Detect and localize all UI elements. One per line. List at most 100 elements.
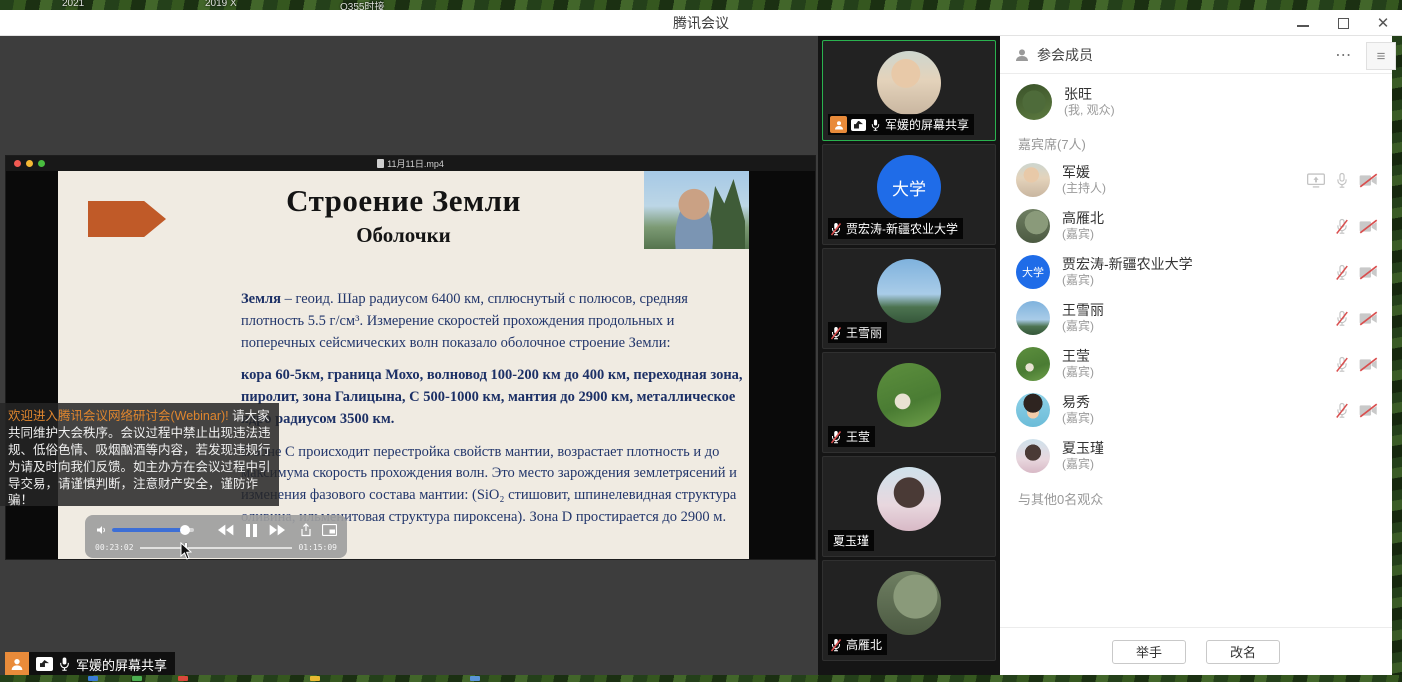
shared-screen-stage: 11月11日.mp4 Строение Земли Оболочки Земля… <box>0 36 818 675</box>
video-tile-gaoyanbei[interactable]: 高雁北 <box>822 560 996 661</box>
player-controls: 00:23:02 01:15:09 <box>85 515 347 558</box>
participant-row[interactable]: 王雪丽 (嘉宾) <box>1000 295 1392 341</box>
mic-off-icon <box>830 430 842 444</box>
video-tile-xiayujin[interactable]: 夏玉瑾 <box>822 456 996 557</box>
raise-hand-button[interactable]: 举手 <box>1112 640 1186 664</box>
elapsed-time: 00:23:02 <box>95 543 134 552</box>
screen-share-owner-label: 军媛的屏幕共享 <box>5 652 175 675</box>
participant-row[interactable]: 军媛 (主持人) <box>1000 157 1392 203</box>
zoom-dot-icon[interactable] <box>38 160 45 167</box>
taskbar-icon <box>132 676 142 681</box>
guest-section-label: 嘉宾席(7人) <box>1000 128 1392 157</box>
avatar <box>1016 163 1050 197</box>
tile-name: 王雪丽 <box>846 324 882 341</box>
panel-title: 参会成员 <box>1037 45 1093 65</box>
mic-off-icon[interactable] <box>1335 264 1349 281</box>
document-icon <box>377 159 384 168</box>
screen-share-icon <box>36 657 53 671</box>
more-options-icon[interactable]: ⋯ <box>1335 45 1352 65</box>
mic-off-icon <box>830 222 842 236</box>
participant-role: (嘉宾) <box>1062 319 1104 335</box>
participant-row[interactable]: 高雁北 (嘉宾) <box>1000 203 1392 249</box>
participant-row-me[interactable]: 张旺 (我, 观众) <box>1000 74 1392 128</box>
close-button[interactable]: ✕ <box>1376 16 1390 30</box>
total-duration: 01:15:09 <box>298 543 337 552</box>
pause-button[interactable] <box>246 524 257 537</box>
desktop-icon-label: 2019 X <box>205 0 237 9</box>
mic-off-icon[interactable] <box>1335 402 1349 419</box>
camera-off-icon[interactable] <box>1359 311 1378 326</box>
avatar <box>1016 439 1050 473</box>
rename-button[interactable]: 改名 <box>1206 640 1280 664</box>
desktop-icon-label: 2021 <box>62 0 84 9</box>
mic-off-icon[interactable] <box>1335 218 1349 235</box>
mic-on-icon[interactable] <box>1335 172 1349 189</box>
participant-role: (嘉宾) <box>1062 273 1193 289</box>
volume-slider[interactable] <box>112 528 194 532</box>
camera-off-icon[interactable] <box>1359 173 1378 188</box>
macos-traffic-lights[interactable] <box>14 160 45 167</box>
mic-off-icon[interactable] <box>1335 356 1349 373</box>
tile-label: 王莹 <box>828 426 875 447</box>
participant-role: (嘉宾) <box>1062 457 1104 473</box>
avatar <box>1016 347 1050 381</box>
panel-header: 参会成员 ⋯ ✕ <box>1000 36 1392 74</box>
mic-on-icon <box>58 656 71 672</box>
speaker-icon[interactable] <box>95 524 108 536</box>
video-tile-wangxueli[interactable]: 王雪丽 <box>822 248 996 349</box>
screen-sharing-icon[interactable] <box>1307 173 1325 188</box>
participant-row[interactable]: 易秀 (嘉宾) <box>1000 387 1392 433</box>
fast-forward-button[interactable] <box>269 524 285 536</box>
taskbar-icon <box>310 676 320 681</box>
camera-off-icon[interactable] <box>1359 265 1378 280</box>
slide-paragraph: кора 60-5км, граница Мохо, волновод 100-… <box>241 365 749 430</box>
camera-off-icon[interactable] <box>1359 219 1378 234</box>
mic-off-icon[interactable] <box>1335 310 1349 327</box>
avatar: 大学 <box>1016 255 1050 289</box>
picture-in-picture-icon[interactable] <box>322 524 337 536</box>
tile-label: 军媛的屏幕共享 <box>828 114 974 135</box>
share-export-icon[interactable] <box>300 523 312 537</box>
participant-row[interactable]: 夏玉瑾 (嘉宾) <box>1000 433 1392 479</box>
sidebar-collapse-button[interactable]: ≡ <box>1366 42 1396 70</box>
video-tile-wangying[interactable]: 王莹 <box>822 352 996 453</box>
avatar <box>1016 84 1052 120</box>
participant-row[interactable]: 大学 贾宏涛-新疆农业大学 (嘉宾) <box>1000 249 1392 295</box>
maximize-button[interactable] <box>1338 18 1349 29</box>
participant-role: (主持人) <box>1062 181 1106 197</box>
participant-row[interactable]: 王莹 (嘉宾) <box>1000 341 1392 387</box>
seek-bar[interactable] <box>140 547 293 549</box>
avatar <box>877 467 941 531</box>
mic-off-icon <box>830 326 842 340</box>
avatar <box>877 571 941 635</box>
participant-role: (我, 观众) <box>1064 103 1115 119</box>
participant-role: (嘉宾) <box>1062 411 1094 427</box>
video-tile-junyuan[interactable]: 军媛的屏幕共享 <box>822 40 996 141</box>
participant-name: 夏玉瑾 <box>1062 439 1104 457</box>
other-audience-note: 与其他0名观众 <box>1000 479 1392 518</box>
video-tile-jiahongtao[interactable]: 大学 贾宏涛-新疆农业大学 <box>822 144 996 245</box>
rewind-button[interactable] <box>218 524 234 536</box>
slide-body: Земля – геоид. Шар радиусом 6400 км, спл… <box>241 289 749 540</box>
close-dot-icon[interactable] <box>14 160 21 167</box>
participant-name: 王莹 <box>1062 347 1094 365</box>
video-thumbnail-strip: 军媛的屏幕共享 大学 贾宏涛-新疆农业大学 <box>818 36 1000 675</box>
slide-paragraph: Земля – геоид. Шар радиусом 6400 км, спл… <box>241 289 749 354</box>
desktop-wallpaper-top: 2021 2019 X Q355时接 <box>0 0 1402 10</box>
participant-name: 张旺 <box>1064 85 1115 103</box>
tile-label: 高雁北 <box>828 634 887 655</box>
camera-off-icon[interactable] <box>1359 357 1378 372</box>
player-titlebar: 11月11日.mp4 <box>6 156 815 171</box>
volume-knob[interactable] <box>180 525 190 535</box>
taskbar-icon <box>470 676 480 681</box>
minimize-dot-icon[interactable] <box>26 160 33 167</box>
tile-name: 军媛的屏幕共享 <box>885 116 969 133</box>
minimize-button[interactable] <box>1297 20 1309 27</box>
screen-share-icon <box>851 119 866 131</box>
presenter-webcam-video <box>644 171 749 249</box>
notice-headline: 欢迎进入腾讯会议网络研讨会(Webinar)! <box>8 409 229 423</box>
avatar <box>877 51 941 115</box>
camera-off-icon[interactable] <box>1359 403 1378 418</box>
avatar <box>1016 393 1050 427</box>
tile-name: 夏玉瑾 <box>830 532 869 549</box>
